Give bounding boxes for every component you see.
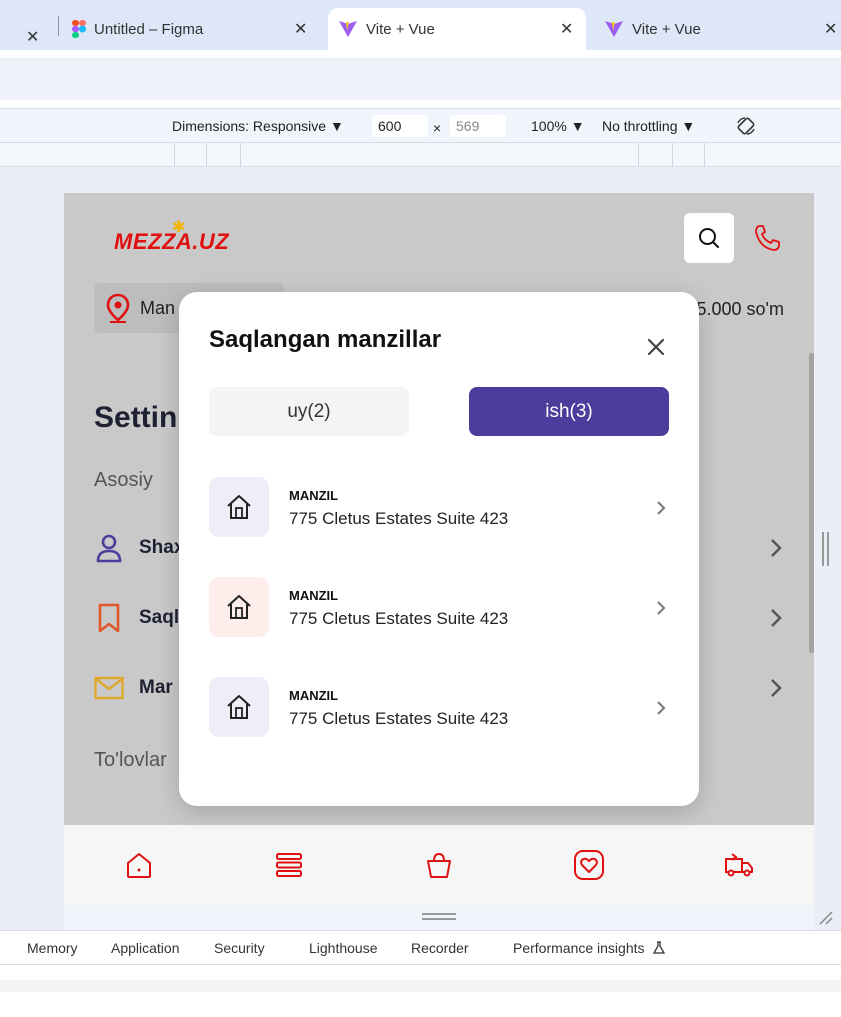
- price-text: 5.000 so'm: [696, 299, 785, 319]
- address-label: MANZIL: [289, 688, 339, 703]
- resize-handle-bottom[interactable]: [422, 913, 456, 921]
- throttling-dropdown[interactable]: No throttling ▼: [602, 118, 695, 134]
- section-basic-label: Asosiy: [94, 469, 153, 491]
- delivery-truck-icon: [725, 853, 753, 877]
- tab-label: Vite + Vue: [366, 20, 435, 38]
- panel-tab-performance-insights[interactable]: Performance insights: [513, 940, 666, 956]
- panel-tab-security[interactable]: Security: [214, 940, 265, 956]
- dimension-times: ×: [433, 120, 442, 136]
- devtools-footer: [0, 980, 841, 992]
- mezza-logo[interactable]: ✱ MEZZA.UZ: [114, 219, 229, 255]
- phone-button[interactable]: [752, 223, 782, 258]
- chevron-right-icon: [657, 601, 666, 615]
- user-icon: [96, 534, 122, 563]
- panel-tab-label: Performance insights: [513, 940, 645, 956]
- panel-tab-lighthouse[interactable]: Lighthouse: [309, 940, 378, 956]
- resize-handle-right[interactable]: [822, 532, 830, 566]
- heart-icon: [574, 850, 604, 880]
- tab-vite-active[interactable]: Vite + Vue ✕: [328, 8, 586, 50]
- rotate-icon[interactable]: [735, 115, 757, 137]
- nav-delivery[interactable]: [709, 835, 769, 895]
- settings-row-label: Mar: [139, 677, 173, 698]
- address-bar-area: [0, 50, 841, 108]
- settings-row-label: Saql: [139, 607, 180, 628]
- close-tab-icon[interactable]: ✕: [824, 19, 837, 39]
- tab-separator: [58, 16, 59, 36]
- tab-vite[interactable]: Vite + Vue ✕: [596, 8, 841, 50]
- close-tab-icon[interactable]: ✕: [294, 19, 307, 39]
- chevron-right-icon: [657, 701, 666, 715]
- house-icon: [227, 695, 251, 719]
- logo-burst-icon: ✱: [172, 219, 186, 236]
- mail-icon: [94, 676, 124, 700]
- address-text: 775 Cletus Estates Suite 423: [289, 609, 509, 628]
- page-title: Settin: [94, 401, 178, 434]
- saved-addresses-modal: Saqlangan manzillar uy(2) ish(3) MANZIL …: [179, 292, 699, 806]
- vite-icon: [339, 21, 357, 37]
- panel-tab-memory[interactable]: Memory: [27, 940, 78, 956]
- shopping-bag-icon: [427, 852, 451, 878]
- address-item[interactable]: MANZIL 775 Cletus Estates Suite 423: [209, 677, 669, 737]
- address-text: 775 Cletus Estates Suite 423: [289, 509, 509, 528]
- dimensions-dropdown[interactable]: Dimensions: Responsive ▼: [172, 118, 344, 134]
- panel-tab-application[interactable]: Application: [111, 940, 180, 956]
- address-text: 775 Cletus Estates Suite 423: [289, 709, 509, 728]
- media-query-bar: [0, 143, 841, 167]
- tab-figma[interactable]: Untitled – Figma ✕: [72, 8, 322, 50]
- bottom-navigation: [64, 825, 814, 905]
- figma-icon: [72, 20, 86, 38]
- settings-row-label: Shax: [139, 537, 185, 558]
- tab-work-addresses[interactable]: ish(3): [469, 387, 669, 436]
- address-icon-box: [209, 677, 269, 737]
- modal-title: Saqlangan manzillar: [209, 326, 442, 353]
- device-toolbar: Dimensions: Responsive ▼ 600 × 569 100% …: [0, 108, 841, 143]
- nav-cart[interactable]: [409, 835, 469, 895]
- chevron-right-icon: [657, 501, 666, 515]
- panel-tab-recorder[interactable]: Recorder: [411, 940, 469, 956]
- home-icon: [127, 853, 151, 878]
- tab-home-addresses[interactable]: uy(2): [209, 387, 409, 436]
- close-modal-button[interactable]: [645, 336, 667, 358]
- zoom-dropdown[interactable]: 100% ▼: [531, 118, 585, 134]
- bookmark-icon: [98, 603, 120, 633]
- chevron-right-icon: [771, 539, 782, 557]
- nav-favorites[interactable]: [559, 835, 619, 895]
- browser-tab-bar: ✕ Untitled – Figma ✕ Vite + Vue ✕ Vite +…: [0, 0, 841, 50]
- tab-label: Untitled – Figma: [94, 20, 204, 38]
- resize-corner-icon[interactable]: [818, 910, 834, 926]
- close-tab-icon[interactable]: ✕: [560, 19, 573, 39]
- list-icon: [276, 853, 302, 877]
- close-icon: [647, 338, 665, 356]
- address-item[interactable]: MANZIL 775 Cletus Estates Suite 423: [209, 577, 669, 637]
- house-icon: [227, 495, 251, 519]
- devtools-panel-tabs: Memory Application Security Lighthouse R…: [0, 930, 841, 965]
- search-icon: [699, 228, 719, 248]
- nav-catalog[interactable]: [259, 835, 319, 895]
- search-button[interactable]: [684, 213, 734, 263]
- section-payments-label: To'lovlar: [94, 749, 167, 771]
- address-icon-box: [209, 477, 269, 537]
- chevron-right-icon: [771, 609, 782, 627]
- chevron-right-icon: [771, 679, 782, 697]
- nav-home[interactable]: [109, 835, 169, 895]
- height-input[interactable]: 569: [450, 115, 506, 137]
- address-label: MANZIL: [289, 488, 339, 503]
- address-item[interactable]: MANZIL 775 Cletus Estates Suite 423: [209, 477, 669, 537]
- address-icon-box: [209, 577, 269, 637]
- location-pin-icon: [106, 293, 130, 323]
- app-scrollbar[interactable]: [809, 353, 814, 653]
- address-label: MANZIL: [289, 588, 339, 603]
- flask-icon: [653, 941, 666, 954]
- tab-label: Vite + Vue: [632, 20, 701, 38]
- phone-icon: [755, 225, 780, 251]
- vite-icon: [605, 21, 623, 37]
- house-icon: [227, 595, 251, 619]
- width-input[interactable]: 600: [372, 115, 428, 137]
- address-bar[interactable]: [0, 58, 841, 100]
- location-text: Man: [140, 297, 176, 318]
